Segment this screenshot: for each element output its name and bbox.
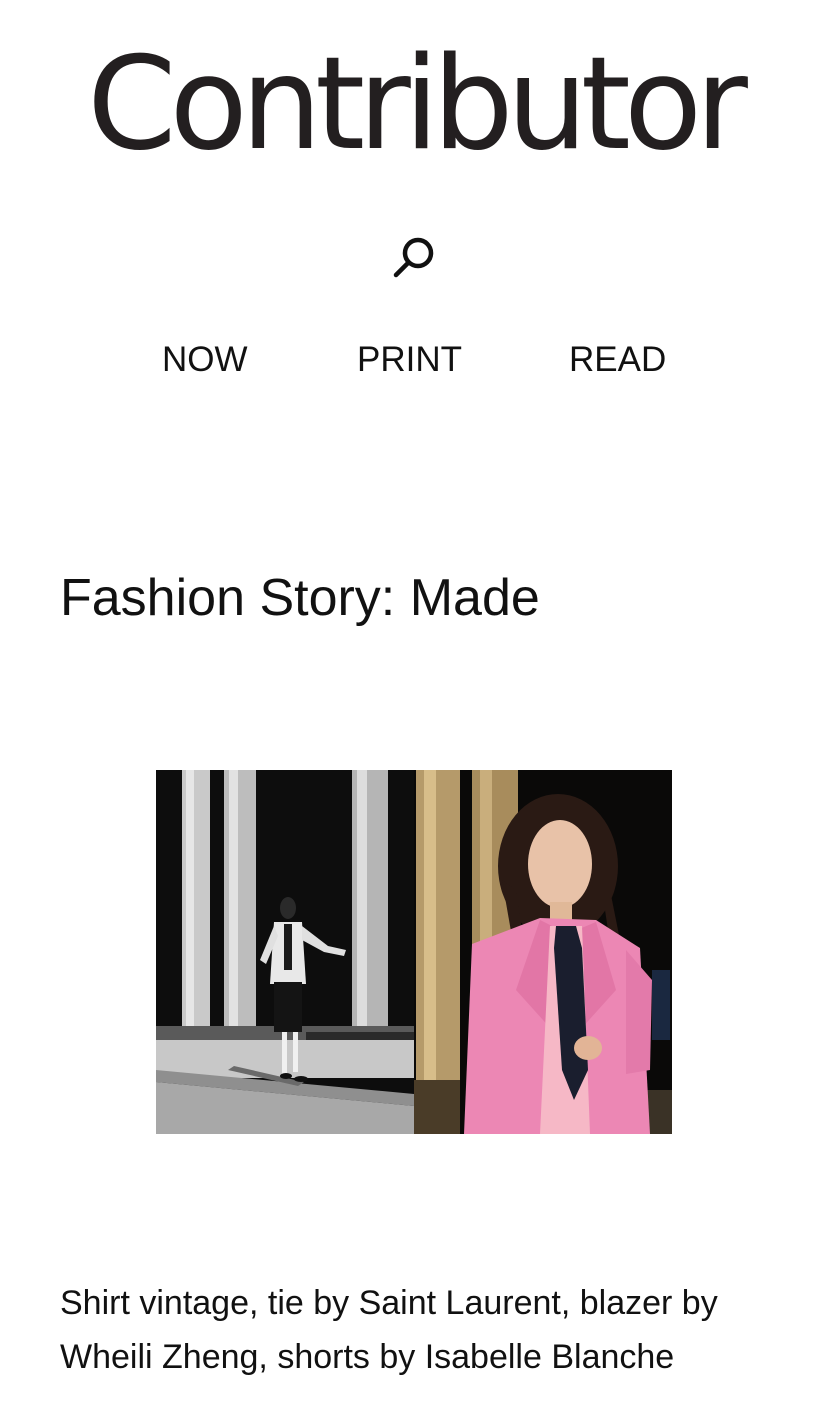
- nav-item-read[interactable]: READ: [569, 338, 666, 382]
- nav-item-print[interactable]: PRINT: [357, 338, 462, 382]
- article-caption: Shirt vintage, tie by Saint Laurent, bla…: [60, 1284, 718, 1376]
- main-nav: NOW PRINT READ: [0, 338, 828, 382]
- site-logo[interactable]: Contributor: [0, 30, 828, 180]
- photo-right-panel: [414, 770, 672, 1134]
- search-icon-graphic: [393, 237, 434, 278]
- nav-item-now[interactable]: NOW: [162, 338, 248, 382]
- article-photo: [156, 770, 672, 1134]
- article-title: Fashion Story: Made: [60, 569, 540, 627]
- search-icon[interactable]: [392, 234, 440, 280]
- photo-left-panel: [156, 770, 414, 1134]
